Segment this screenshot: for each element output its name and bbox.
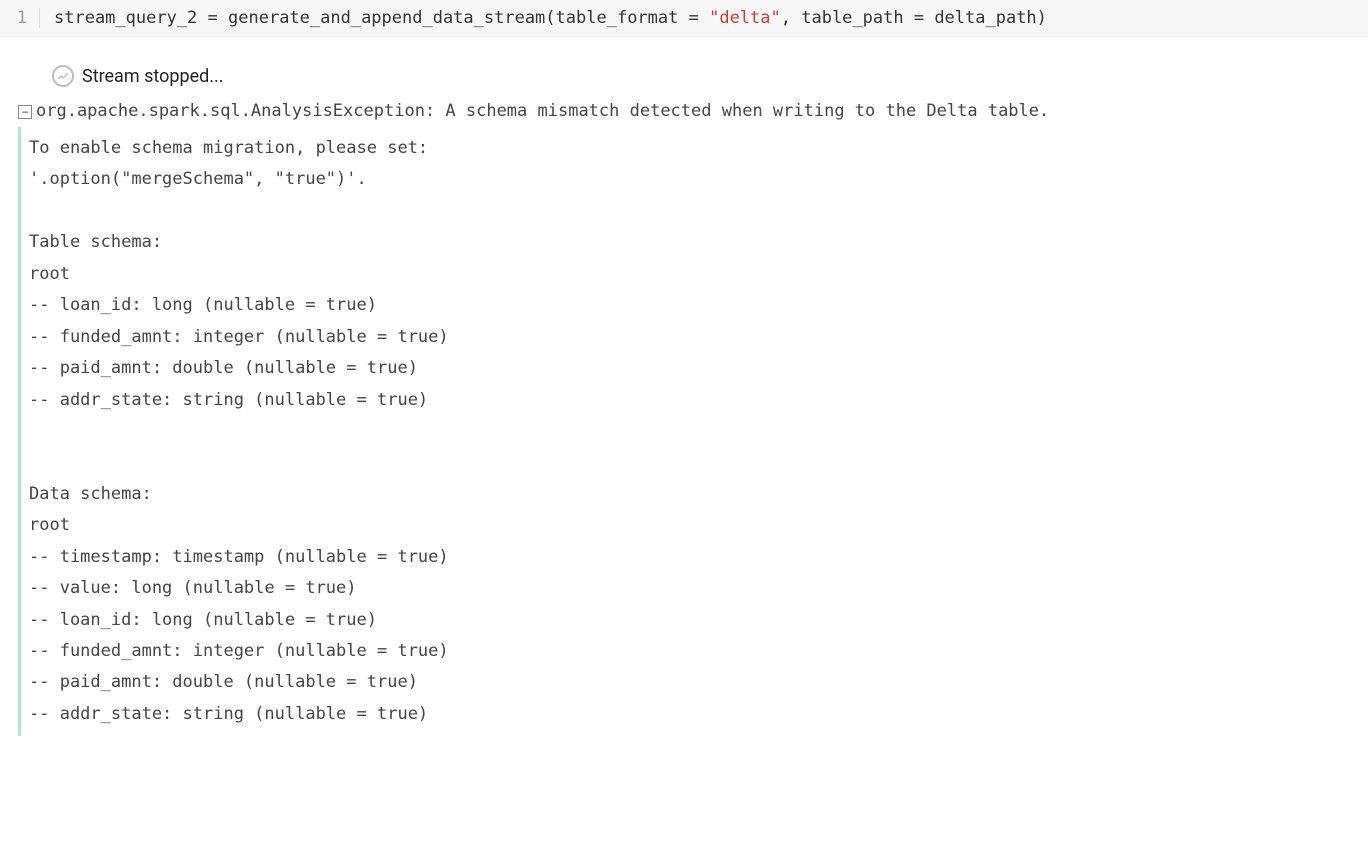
error-header: −org.apache.spark.sql.AnalysisException:…	[0, 101, 1368, 121]
code-identifier: delta_path	[934, 8, 1036, 28]
code-assign-op: =	[197, 8, 228, 28]
code-variable: stream_query_2	[54, 8, 197, 28]
code-comma: ,	[781, 8, 801, 28]
code-param-assign: =	[904, 8, 935, 28]
code-param-assign: =	[678, 8, 709, 28]
code-cell[interactable]: 1 stream_query_2 = generate_and_append_d…	[0, 0, 1368, 37]
line-number-gutter: 1	[0, 8, 40, 28]
code-string-literal: "delta"	[709, 8, 781, 28]
cell-output-area: Stream stopped... −org.apache.spark.sql.…	[0, 65, 1368, 736]
collapse-toggle[interactable]: −	[18, 105, 32, 119]
code-param-name: table_path	[801, 8, 903, 28]
stream-stopped-icon	[52, 65, 74, 87]
code-editor-content[interactable]: stream_query_2 = generate_and_append_dat…	[40, 8, 1047, 28]
code-paren-open: (	[545, 8, 555, 28]
code-param-name: table_format	[556, 8, 679, 28]
stream-status-row: Stream stopped...	[0, 65, 1368, 87]
code-paren-close: )	[1037, 8, 1047, 28]
collapse-icon: −	[21, 106, 28, 118]
code-function: generate_and_append_data_stream	[228, 8, 545, 28]
error-detail-block: To enable schema migration, please set: …	[18, 127, 1368, 736]
error-header-text: org.apache.spark.sql.AnalysisException: …	[36, 101, 1049, 121]
stream-status-text: Stream stopped...	[82, 66, 224, 87]
line-number: 1	[17, 8, 27, 28]
